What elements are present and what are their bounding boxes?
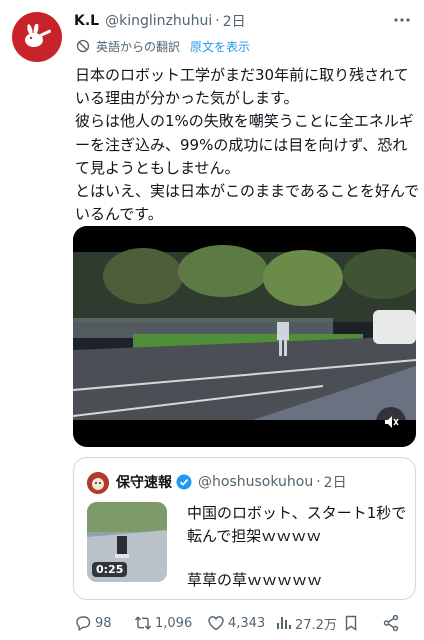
share-button[interactable] [382, 614, 403, 632]
tweet-time[interactable]: 2日 [223, 11, 246, 31]
bookmark-button[interactable] [342, 614, 382, 632]
more-icon[interactable] [392, 10, 412, 30]
quote-author-name[interactable]: 保守速報 [116, 472, 172, 492]
like-icon [208, 616, 224, 631]
quote-time[interactable]: 2日 [324, 472, 347, 492]
quote-author-handle[interactable]: @hoshusokuhou [198, 474, 313, 490]
tweet-text: 日本のロボット工学がまだ30年前に取り残されている理由が分かった気がします。 彼… [75, 64, 420, 226]
retweet-count: 1,096 [155, 615, 193, 631]
tweet-paragraph: とはいえ、実は日本がこのままであることを好んでいるんです。 [75, 182, 420, 224]
retweet-icon [134, 616, 152, 630]
video-player[interactable] [73, 226, 416, 447]
action-bar: 98 1,096 4,343 27.2万 [74, 612, 414, 634]
verified-badge-icon [176, 474, 192, 490]
views-icon [277, 617, 291, 629]
quote-text: 中国のロボット、スタート1秒で転んで担架ｗｗｗｗ 草草の草ｗｗｗｗｗ [187, 502, 407, 592]
author-name[interactable]: K.L [74, 13, 99, 29]
retweet-button[interactable]: 1,096 [134, 614, 207, 632]
like-button[interactable]: 4,343 [207, 614, 274, 632]
views-count: 27.2万 [295, 617, 337, 633]
share-icon [383, 614, 399, 632]
video-duration: 0:25 [92, 562, 128, 577]
separator-dot: · [316, 474, 321, 490]
quote-video-thumbnail[interactable]: 0:25 [87, 502, 167, 582]
reply-count: 98 [95, 615, 112, 631]
quote-line: 草草の草ｗｗｗｗｗ [187, 571, 323, 589]
reply-button[interactable]: 98 [74, 614, 134, 632]
reply-icon [76, 616, 91, 631]
translation-row: 英語からの翻訳 原文を表示 [76, 37, 250, 55]
tweet-header: K.L @kinglinzhuhui · 2日 [74, 10, 414, 32]
views-button[interactable]: 27.2万 [274, 614, 342, 633]
video-frame [73, 226, 416, 447]
bookmark-icon [345, 615, 357, 631]
author-handle[interactable]: @kinglinzhuhui [105, 13, 212, 29]
separator-dot: · [215, 13, 220, 29]
mute-icon[interactable] [376, 407, 406, 437]
tweet-paragraph: 彼らは他人の1%の失敗を嘲笑うことに全エネルギーを注ぎ込み、99%の成功には目を… [75, 112, 414, 177]
quote-line: 中国のロボット、スタート1秒で転んで担架ｗｗｗｗ [187, 504, 407, 545]
rabbit-icon [25, 24, 52, 47]
tweet-paragraph: 日本のロボット工学がまだ30年前に取り残されている理由が分かった気がします。 [75, 66, 409, 108]
author-avatar[interactable] [12, 12, 62, 62]
translation-label: 英語からの翻訳 [96, 39, 181, 54]
like-count: 4,343 [228, 615, 266, 631]
quoted-tweet[interactable]: 保守速報 @hoshusokuhou · 2日 0:25 中国のロボット、スター… [73, 457, 416, 600]
globe-icon [76, 39, 90, 53]
quote-header: 保守速報 @hoshusokuhou · 2日 [116, 471, 347, 493]
show-original-link[interactable]: 原文を表示 [190, 38, 250, 55]
quote-author-avatar[interactable] [87, 472, 109, 494]
